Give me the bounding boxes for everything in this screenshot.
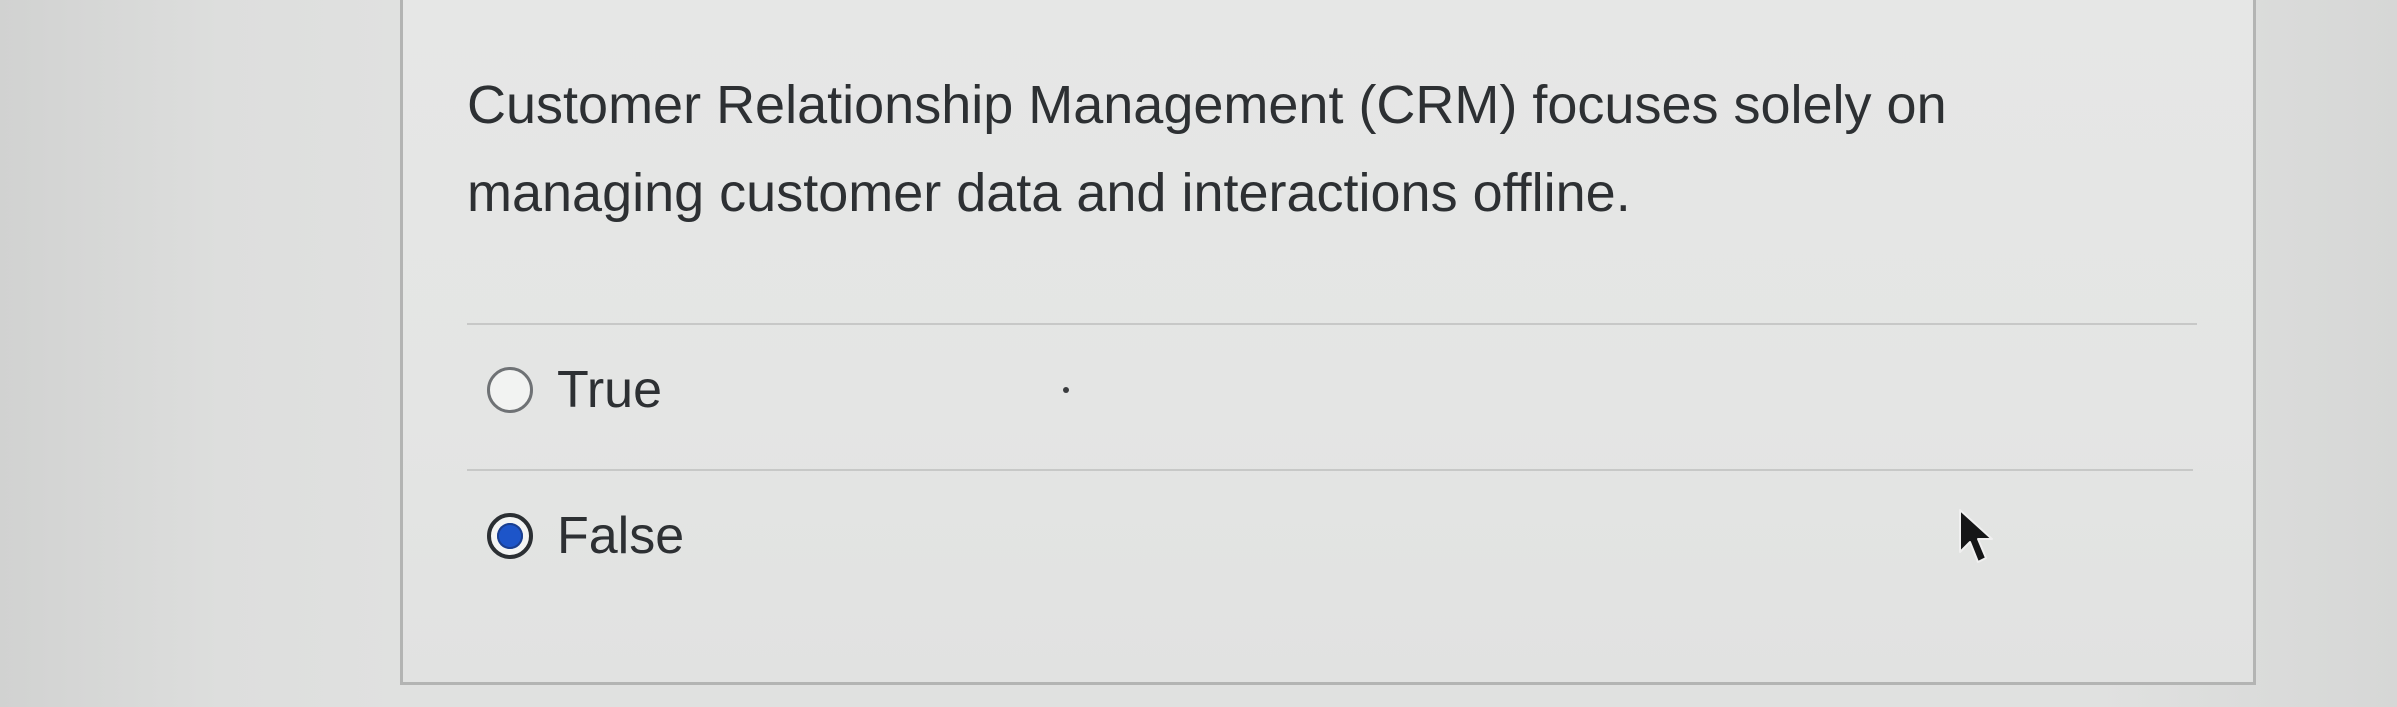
answer-divider bbox=[467, 469, 2193, 471]
option-label-true: True bbox=[557, 361, 662, 419]
mouse-pointer-arrow-icon bbox=[1959, 509, 1993, 563]
question-card: Customer Relationship Management (CRM) f… bbox=[400, 0, 2256, 685]
radio-button-true[interactable] bbox=[487, 367, 533, 413]
radio-button-false-selected[interactable] bbox=[487, 513, 533, 559]
radio-selected-dot bbox=[497, 523, 523, 549]
answer-divider bbox=[467, 323, 2197, 325]
question-text: Customer Relationship Management (CRM) f… bbox=[467, 75, 1947, 223]
screen-speck bbox=[1063, 387, 1069, 393]
answer-option-false[interactable]: False bbox=[487, 501, 684, 571]
answer-option-true[interactable]: True bbox=[487, 355, 662, 425]
option-label-false: False bbox=[557, 507, 685, 565]
